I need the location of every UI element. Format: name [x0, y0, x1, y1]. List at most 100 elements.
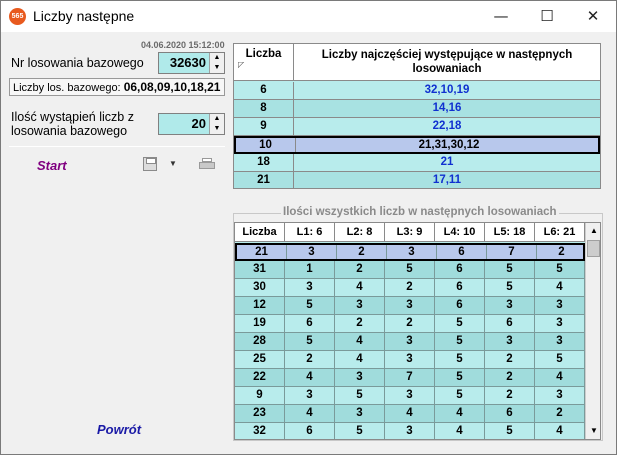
scroll-thumb[interactable]: [587, 240, 600, 257]
table-cell: 6: [485, 405, 535, 423]
table-cell: 5: [435, 315, 485, 333]
table-row[interactable]: 9353523: [235, 387, 585, 405]
cell-numbers: 32,10,19: [424, 84, 470, 96]
spin-down-icon[interactable]: ▼: [210, 124, 224, 134]
base-label: Liczby los. bazowego:: [13, 82, 121, 94]
table-cell: 6: [485, 315, 535, 333]
table-row[interactable]: 21 3 2 3 6 7 2: [235, 243, 587, 261]
table-row[interactable]: 12 5 3 3 6 3 3: [235, 297, 585, 315]
table-row[interactable]: 21 17,11: [234, 172, 600, 188]
ilosc-value: 20: [191, 116, 206, 131]
table-cell: 32: [235, 423, 285, 439]
table-row[interactable]: 6 32,10,19: [234, 82, 600, 100]
app-logo-icon: 565: [9, 8, 26, 25]
nr-spinner[interactable]: 32630 ▲ ▼: [158, 52, 225, 74]
table-cell: 3: [287, 245, 337, 259]
spin-down-icon[interactable]: ▼: [210, 63, 224, 73]
table-cell: 5: [435, 351, 485, 369]
cell-liczba: 6: [234, 82, 294, 100]
table-row[interactable]: 30 3 4 2 6 5 4: [235, 279, 585, 297]
column-header[interactable]: L3: 9: [385, 223, 435, 242]
table-cell: 6: [435, 261, 485, 279]
table-cell: 2: [335, 261, 385, 279]
column-header-najczesciej[interactable]: Liczby najczęściej występujące w następn…: [294, 44, 600, 81]
top-table-header: ◸ Liczba Liczby najczęściej występujące …: [234, 44, 600, 81]
table-cell: 2: [485, 369, 535, 387]
table-cell: 3: [535, 315, 585, 333]
table-cell: 4: [535, 423, 585, 439]
save-icon[interactable]: [143, 157, 157, 171]
ilosc-spinner[interactable]: 20 ▲ ▼: [158, 113, 225, 135]
table-cell: 2: [285, 351, 335, 369]
table-cell: 12: [235, 297, 285, 315]
draw-date: 04.06.2020 15:12:00: [141, 40, 225, 50]
table-row[interactable]: 31 1 2 5 6 5 5: [235, 261, 585, 279]
table-cell: 3: [485, 333, 535, 351]
table-cell: 6: [437, 245, 487, 259]
table-cell: 31: [235, 261, 285, 279]
table-cell: 3: [385, 333, 435, 351]
table-row[interactable]: 8 14,16: [234, 100, 600, 118]
table-cell: 4: [335, 351, 385, 369]
table-row[interactable]: 9 22,18: [234, 118, 600, 136]
table-cell: 3: [335, 405, 385, 423]
chevron-down-icon[interactable]: ▼: [169, 159, 177, 168]
table-row[interactable]: 25 2 4 3 5 2 5: [235, 351, 585, 369]
window-title: Liczby następne: [33, 8, 135, 24]
table-cell: 7: [385, 369, 435, 387]
table-row[interactable]: 19 6 2 2 5 6 3: [235, 315, 585, 333]
table-cell: 4: [285, 405, 335, 423]
group-title: Ilości wszystkich liczb w następnych los…: [281, 206, 559, 218]
table-row[interactable]: 18 21: [234, 154, 600, 172]
table-cell: 23: [235, 405, 285, 423]
table-cell: 7: [487, 245, 537, 259]
table-cell: 2: [485, 387, 535, 405]
cell-liczba: 9: [234, 118, 294, 136]
maximize-button[interactable]: ☐: [524, 1, 570, 32]
column-header[interactable]: L1: 6: [285, 223, 335, 242]
cell-liczba: 8: [234, 100, 294, 118]
table-cell: 4: [435, 405, 485, 423]
table-row[interactable]: 10 21,31,30,12: [234, 136, 600, 154]
table-cell: 3: [285, 279, 335, 297]
start-button[interactable]: Start: [37, 158, 67, 173]
table-row[interactable]: 23 4 3 4 4 6 2: [235, 405, 585, 423]
table-row[interactable]: 32 6 5 3 4 5 4: [235, 423, 585, 439]
minimize-button[interactable]: —: [478, 1, 524, 32]
sort-icon: ◸: [238, 60, 245, 69]
print-icon[interactable]: [199, 158, 215, 171]
table-cell: 3: [535, 333, 585, 351]
column-header[interactable]: L4: 10: [435, 223, 485, 242]
table-cell: 3: [385, 351, 435, 369]
table-cell: 3: [335, 369, 385, 387]
table-cell: 4: [435, 423, 485, 439]
table-cell: 25: [235, 351, 285, 369]
table-row[interactable]: 28 5 4 3 5 3 3: [235, 333, 585, 351]
table-cell: 4: [385, 405, 435, 423]
column-header[interactable]: L5: 18: [485, 223, 535, 242]
scroll-down-icon[interactable]: ▼: [586, 423, 600, 439]
close-button[interactable]: ✕: [570, 1, 616, 32]
cell-numbers: 14,16: [432, 102, 462, 114]
column-header-liczba[interactable]: ◸ Liczba: [234, 44, 294, 81]
cell-liczba: 21: [234, 172, 294, 188]
spin-up-icon[interactable]: ▲: [210, 53, 224, 63]
cell-numbers: 22,18: [432, 120, 462, 132]
column-header[interactable]: L6: 21: [535, 223, 585, 242]
table-cell: 5: [435, 369, 485, 387]
column-header[interactable]: Liczba: [235, 223, 285, 242]
spin-up-icon[interactable]: ▲: [210, 114, 224, 124]
table-cell: 5: [535, 351, 585, 369]
column-header[interactable]: L2: 8: [335, 223, 385, 242]
vertical-scrollbar[interactable]: ▲ ▼: [585, 223, 600, 439]
table-cell: 2: [485, 351, 535, 369]
table-row[interactable]: 22 4 3 7 5 2 4: [235, 369, 585, 387]
table-cell: 21: [237, 245, 287, 259]
table-cell: 5: [285, 297, 335, 315]
scroll-up-icon[interactable]: ▲: [586, 223, 600, 239]
table-cell: 3: [485, 297, 535, 315]
table-cell: 4: [285, 369, 335, 387]
ilosc-label-2: losowania bazowego: [11, 124, 128, 138]
nr-label: Nr losowania bazowego: [11, 56, 144, 70]
back-button[interactable]: Powrót: [97, 422, 141, 437]
